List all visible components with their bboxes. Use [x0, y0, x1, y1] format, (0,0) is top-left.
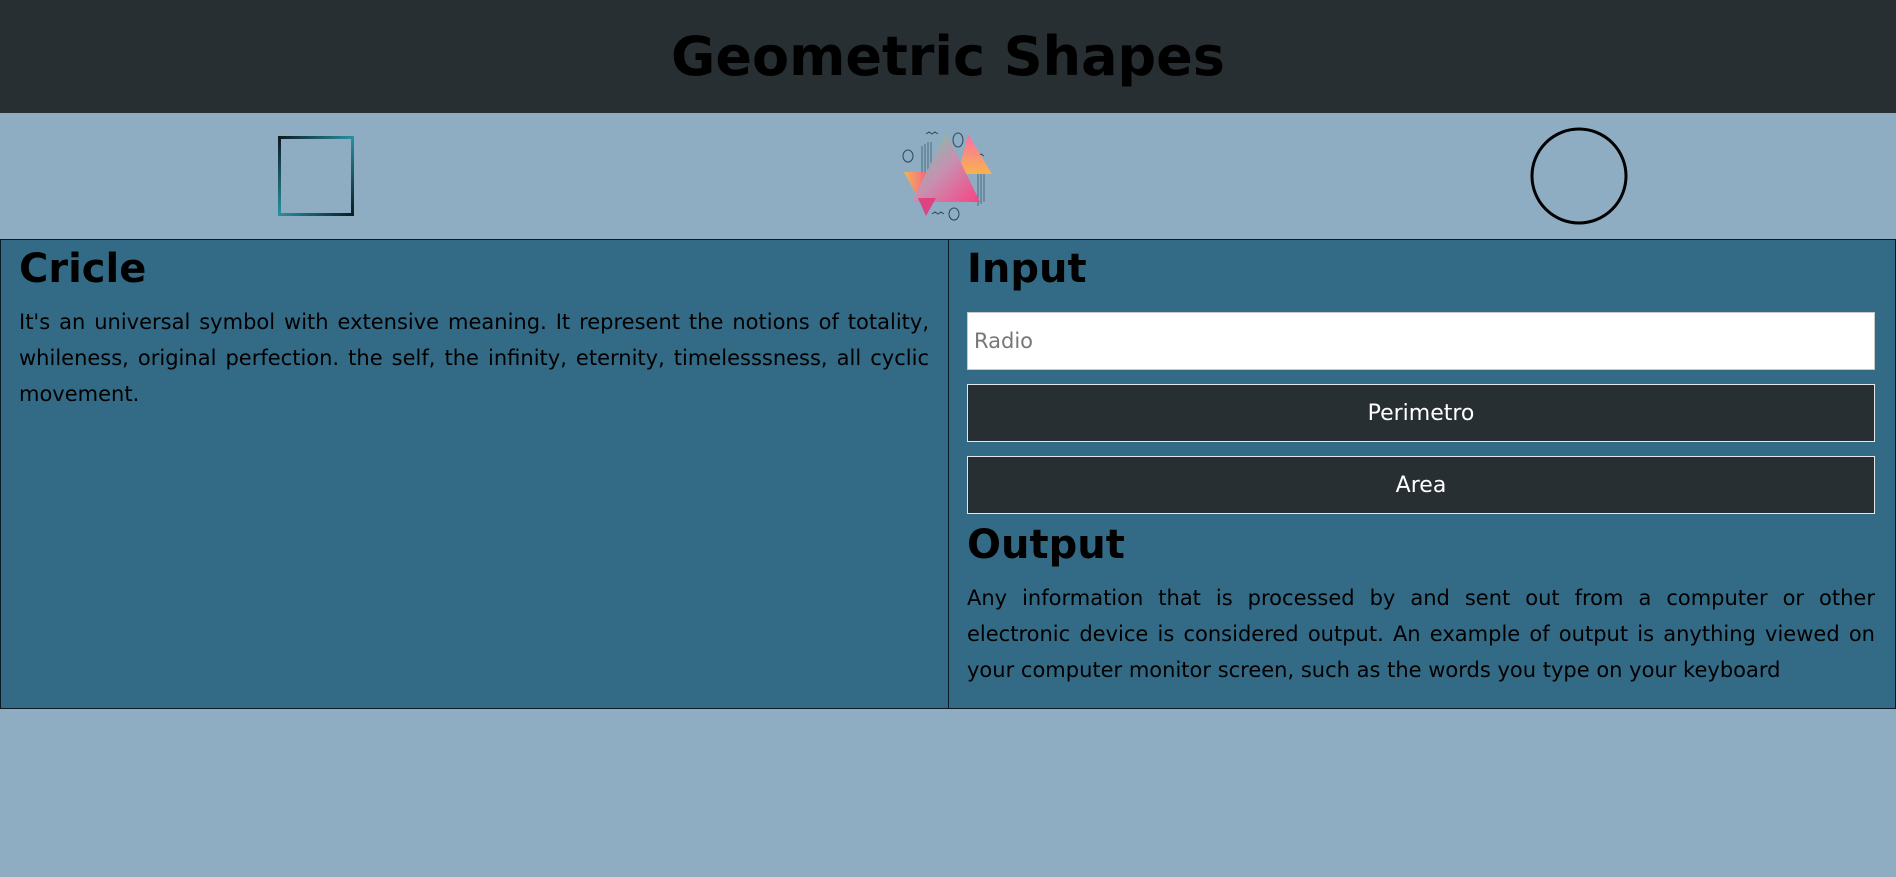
circle-info-panel: Cricle It's an universal symbol with ext…: [0, 239, 949, 709]
perimetro-button[interactable]: Perimetro: [967, 384, 1875, 442]
input-title: Input: [967, 246, 1087, 292]
square-icon[interactable]: [278, 136, 354, 216]
area-button[interactable]: Area: [967, 456, 1875, 514]
io-panel: Input Perimetro Area Output Any informat…: [948, 239, 1896, 709]
page-header: Geometric Shapes: [0, 0, 1896, 113]
triangle-art-icon[interactable]: [896, 126, 1000, 226]
circle-title: Cricle: [19, 246, 147, 292]
output-title: Output: [967, 522, 1125, 568]
circle-icon[interactable]: [1530, 127, 1628, 225]
page-title: Geometric Shapes: [671, 25, 1225, 88]
output-description: Any information that is processed by and…: [967, 586, 1875, 682]
radio-input[interactable]: [967, 312, 1875, 370]
circle-description: It's an universal symbol with extensive …: [19, 310, 929, 406]
